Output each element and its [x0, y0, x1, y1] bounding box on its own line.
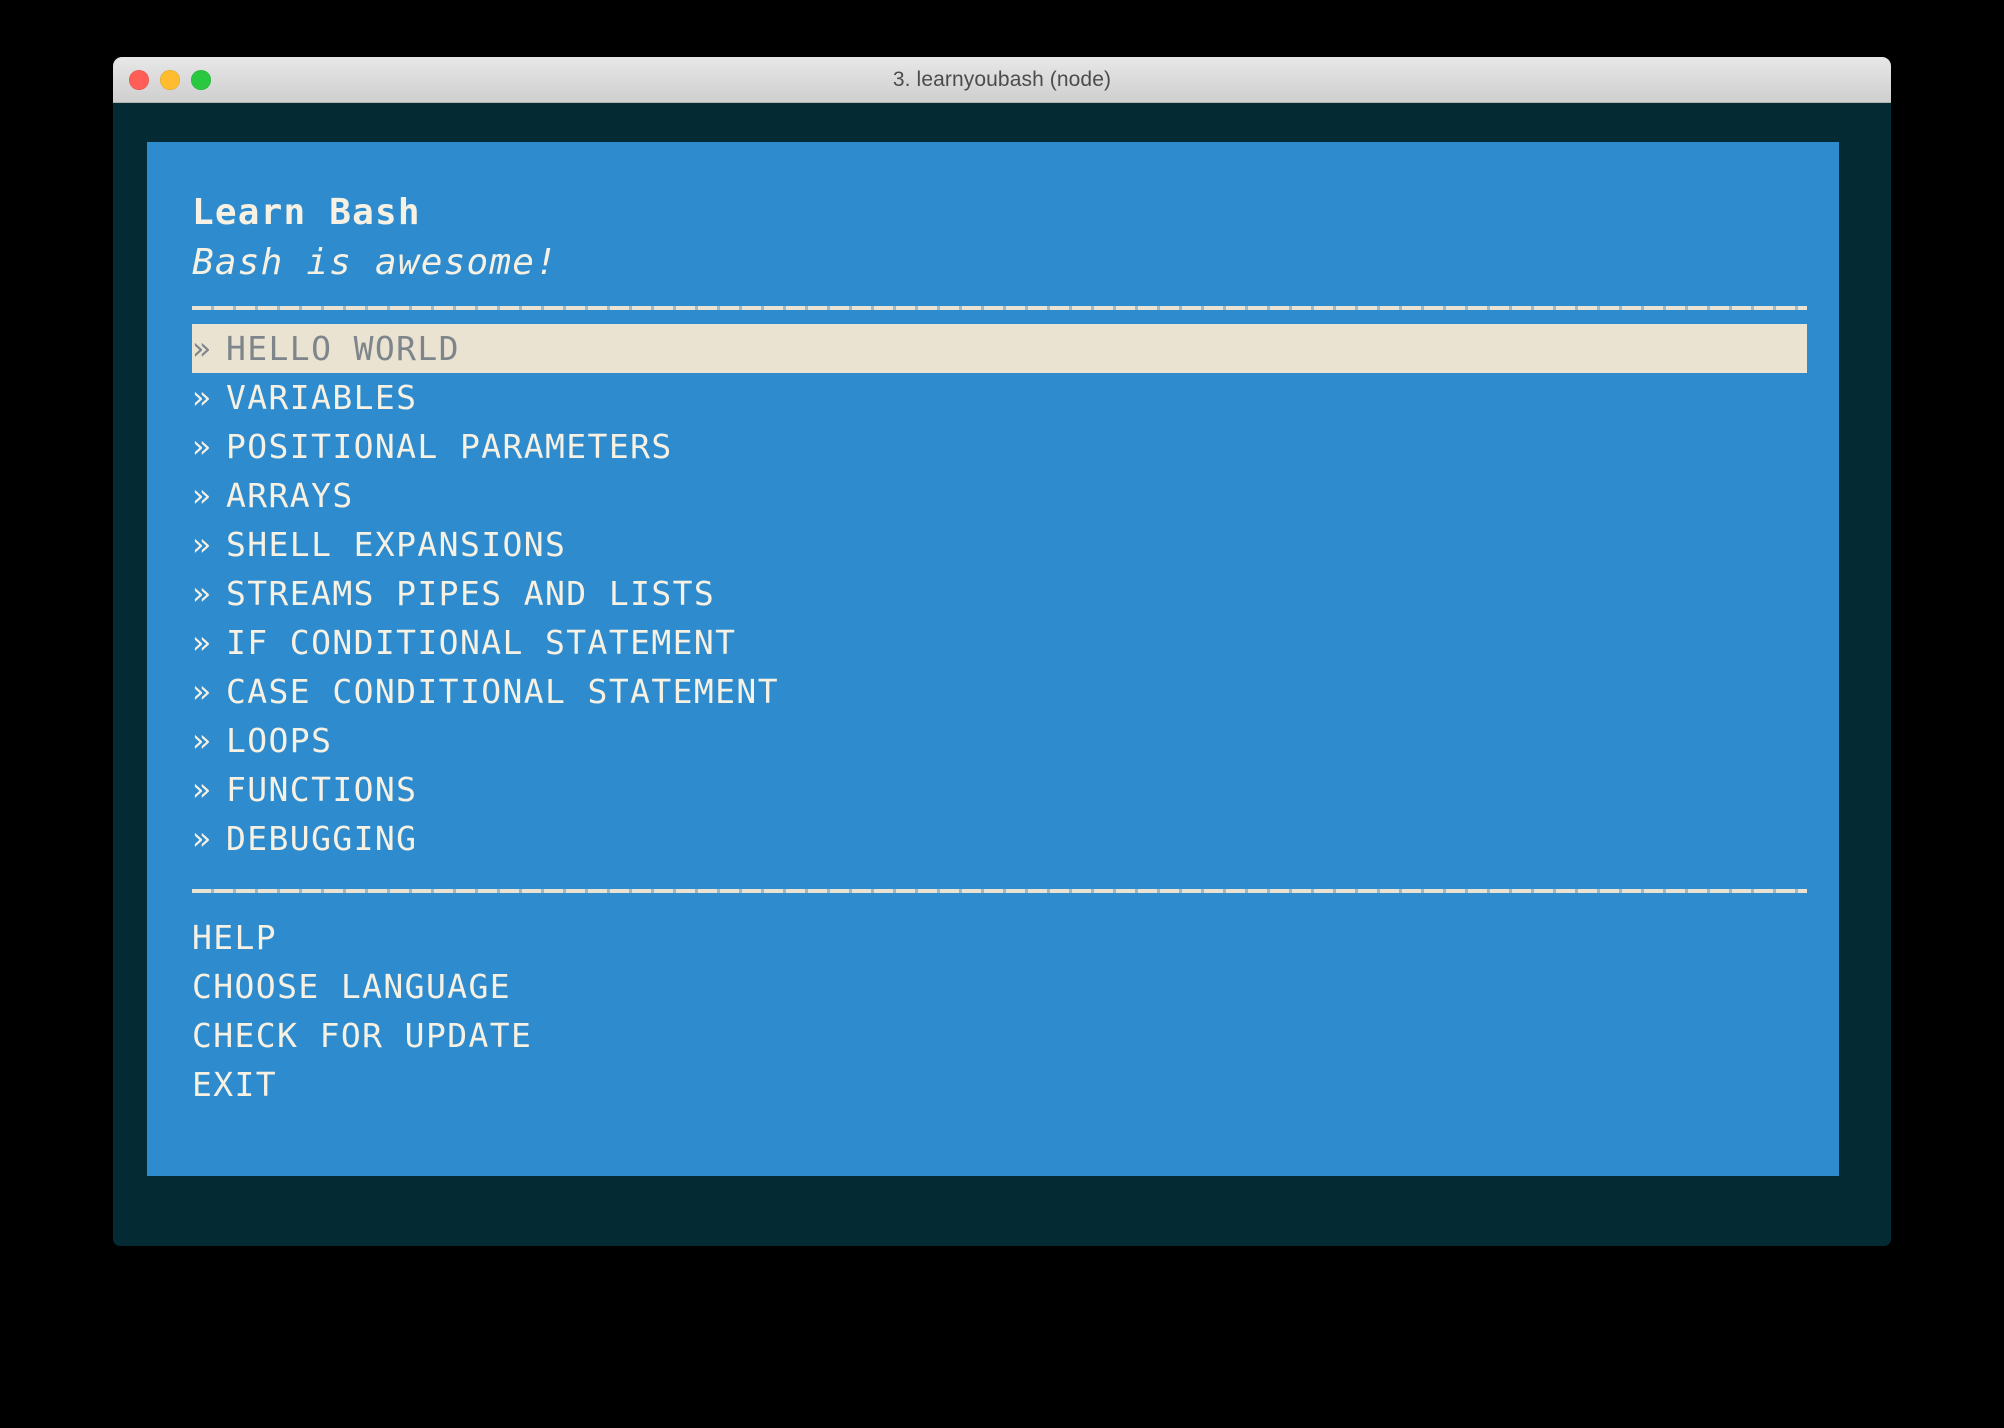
lesson-menu-item[interactable]: »STREAMS PIPES AND LISTS: [192, 569, 1807, 618]
lesson-menu-item-label: FUNCTIONS: [226, 770, 1807, 809]
divider-bottom: [192, 889, 1807, 893]
close-window-button[interactable]: [129, 70, 149, 90]
lesson-menu-item-label: CASE CONDITIONAL STATEMENT: [226, 672, 1807, 711]
lesson-menu-item[interactable]: »POSITIONAL PARAMETERS: [192, 422, 1807, 471]
app-subtitle: Bash is awesome!: [192, 238, 1839, 288]
footer-action-item[interactable]: HELP: [192, 913, 1839, 962]
chevron-right-icon: »: [192, 576, 226, 612]
lesson-menu-item[interactable]: »DEBUGGING: [192, 814, 1807, 863]
chevron-right-icon: »: [192, 331, 226, 367]
lesson-menu-item[interactable]: »FUNCTIONS: [192, 765, 1807, 814]
app-panel: Learn Bash Bash is awesome! »HELLO WORLD…: [147, 142, 1839, 1176]
lesson-menu-item-label: STREAMS PIPES AND LISTS: [226, 574, 1807, 613]
lesson-menu-item[interactable]: »LOOPS: [192, 716, 1807, 765]
lesson-menu-item[interactable]: »SHELL EXPANSIONS: [192, 520, 1807, 569]
lesson-menu-item[interactable]: »CASE CONDITIONAL STATEMENT: [192, 667, 1807, 716]
maximize-window-button[interactable]: [191, 70, 211, 90]
lesson-menu-item-label: HELLO WORLD: [226, 329, 1807, 368]
footer-action-item[interactable]: CHOOSE LANGUAGE: [192, 962, 1839, 1011]
lesson-menu-item[interactable]: »HELLO WORLD: [192, 324, 1807, 373]
footer-action-item[interactable]: EXIT: [192, 1060, 1839, 1109]
chevron-right-icon: »: [192, 429, 226, 465]
terminal-window: 3. learnyoubash (node) Learn Bash Bash i…: [113, 57, 1891, 1246]
lesson-menu-item-label: IF CONDITIONAL STATEMENT: [226, 623, 1807, 662]
chevron-right-icon: »: [192, 625, 226, 661]
divider-top: [192, 306, 1807, 310]
lesson-menu-item-label: ARRAYS: [226, 476, 1807, 515]
lesson-menu-item[interactable]: »ARRAYS: [192, 471, 1807, 520]
lesson-menu-item[interactable]: »IF CONDITIONAL STATEMENT: [192, 618, 1807, 667]
chevron-right-icon: »: [192, 821, 226, 857]
lesson-menu-item-label: DEBUGGING: [226, 819, 1807, 858]
lesson-menu-item-label: LOOPS: [226, 721, 1807, 760]
chevron-right-icon: »: [192, 674, 226, 710]
chevron-right-icon: »: [192, 380, 226, 416]
chevron-right-icon: »: [192, 478, 226, 514]
window-title: 3. learnyoubash (node): [893, 68, 1111, 92]
window-title-bar[interactable]: 3. learnyoubash (node): [113, 57, 1891, 103]
footer-action-item[interactable]: CHECK FOR UPDATE: [192, 1011, 1839, 1060]
lesson-menu-item[interactable]: »VARIABLES: [192, 373, 1807, 422]
lesson-menu: »HELLO WORLD»VARIABLES»POSITIONAL PARAME…: [192, 324, 1839, 863]
lesson-menu-item-label: SHELL EXPANSIONS: [226, 525, 1807, 564]
footer-action-menu: HELPCHOOSE LANGUAGECHECK FOR UPDATEEXIT: [192, 913, 1839, 1109]
window-controls: [129, 57, 211, 102]
minimize-window-button[interactable]: [160, 70, 180, 90]
lesson-menu-item-label: POSITIONAL PARAMETERS: [226, 427, 1807, 466]
chevron-right-icon: »: [192, 527, 226, 563]
app-title: Learn Bash: [192, 188, 1839, 238]
chevron-right-icon: »: [192, 723, 226, 759]
terminal-body: Learn Bash Bash is awesome! »HELLO WORLD…: [113, 103, 1891, 1246]
lesson-menu-item-label: VARIABLES: [226, 378, 1807, 417]
chevron-right-icon: »: [192, 772, 226, 808]
